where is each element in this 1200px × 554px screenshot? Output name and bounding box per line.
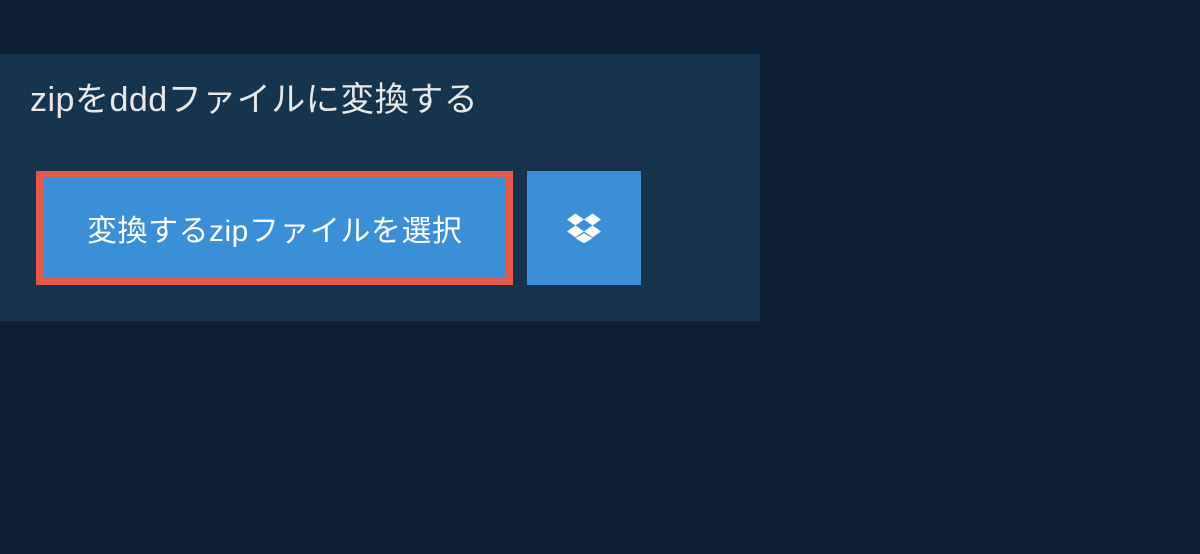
select-file-button[interactable]: 変換するzipファイルを選択 xyxy=(36,171,513,285)
title-bar: zipをdddファイルに変換する xyxy=(0,54,625,139)
dropbox-icon xyxy=(567,213,601,243)
page-title: zipをdddファイルに変換する xyxy=(30,72,595,121)
dropbox-button[interactable] xyxy=(527,171,641,285)
button-row: 変換するzipファイルを選択 xyxy=(0,139,760,285)
converter-panel: zipをdddファイルに変換する 変換するzipファイルを選択 xyxy=(0,54,760,321)
select-file-label: 変換するzipファイルを選択 xyxy=(87,206,462,250)
